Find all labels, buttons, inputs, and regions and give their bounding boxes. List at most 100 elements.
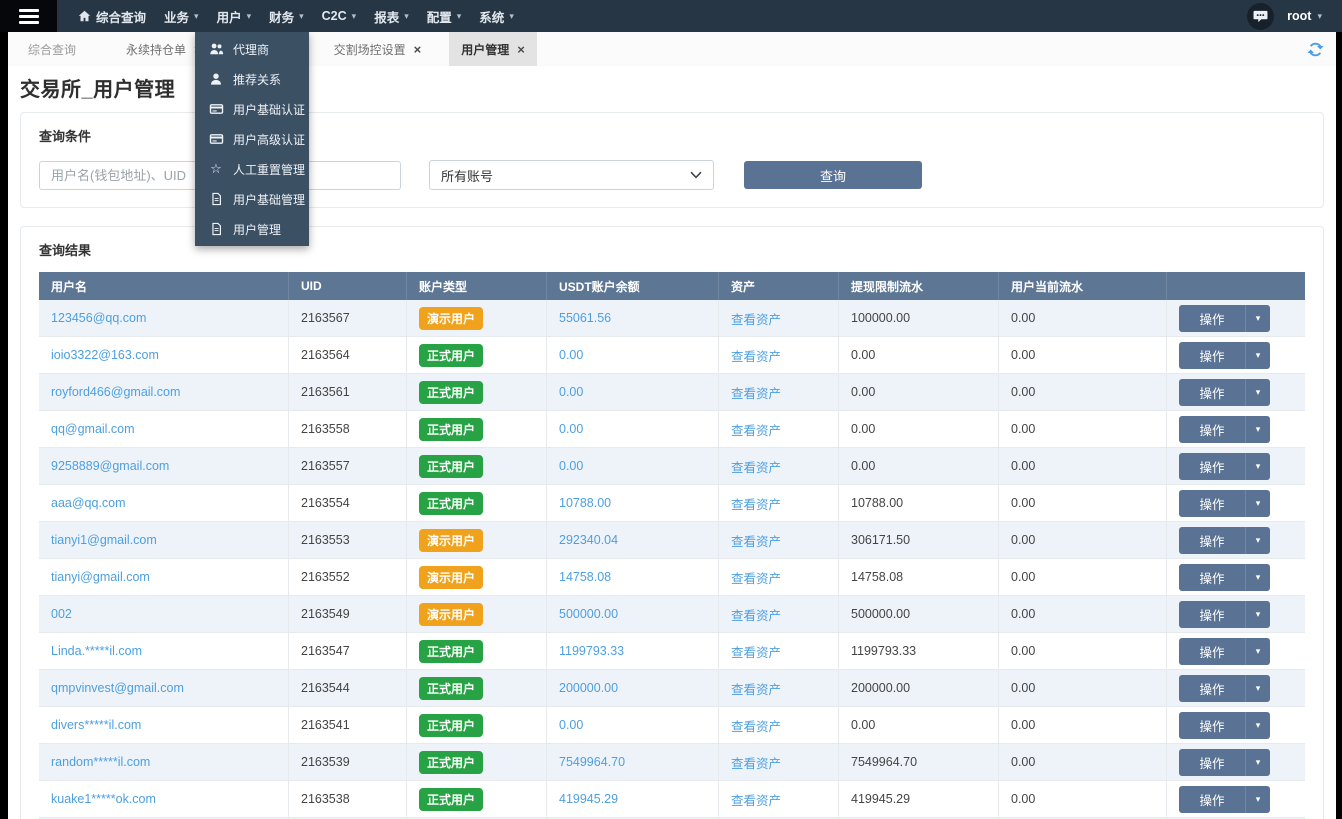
action-button[interactable]: 操作 [1179,453,1245,480]
nav-menu-item[interactable]: 系统 ▾ [470,0,523,32]
action-dropdown-toggle[interactable]: ▾ [1245,786,1270,813]
action-dropdown-toggle[interactable]: ▾ [1245,749,1270,776]
username-link[interactable]: 123456@qq.com [51,311,146,325]
search-button[interactable]: 查询 [744,161,922,189]
view-assets-link[interactable]: 查看资产 [731,457,781,476]
action-button[interactable]: 操作 [1179,379,1245,406]
sidebar-toggle-button[interactable] [0,0,57,32]
dropdown-menu-item[interactable]: 用户高级认证 [195,124,309,154]
chat-button[interactable] [1247,3,1274,30]
dropdown-menu-item[interactable]: ☆ 人工重置管理 [195,154,309,184]
action-dropdown-toggle[interactable]: ▾ [1245,379,1270,406]
username-link[interactable]: aaa@qq.com [51,496,126,510]
action-dropdown-toggle[interactable]: ▾ [1245,675,1270,702]
nav-menu-item[interactable]: 业务 ▾ [155,0,208,32]
tab-label: 用户管理 [461,41,509,58]
action-button[interactable]: 操作 [1179,601,1245,628]
action-dropdown-toggle[interactable]: ▾ [1245,601,1270,628]
usdt-balance-link[interactable]: 292340.04 [559,533,618,547]
action-dropdown-toggle[interactable]: ▾ [1245,638,1270,665]
username-link[interactable]: Linda.*****il.com [51,644,142,658]
action-dropdown-toggle[interactable]: ▾ [1245,305,1270,332]
view-assets-link[interactable]: 查看资产 [731,753,781,772]
usdt-balance-link[interactable]: 7549964.70 [559,755,625,769]
usdt-balance-link[interactable]: 14758.08 [559,570,611,584]
view-assets-link[interactable]: 查看资产 [731,494,781,513]
action-dropdown-toggle[interactable]: ▾ [1245,490,1270,517]
dropdown-menu-item[interactable]: 用户基础管理 [195,184,309,214]
column-header: 用户名 [39,272,289,300]
usdt-balance-link[interactable]: 419945.29 [559,792,618,806]
nav-menu-item[interactable]: C2C ▾ [313,0,366,32]
nav-menu-item[interactable]: 用户 ▾ [208,0,261,32]
action-split-button: 操作 ▾ [1179,490,1270,517]
usdt-balance-link[interactable]: 200000.00 [559,681,618,695]
username-link[interactable]: tianyi@gmail.com [51,570,150,584]
usdt-balance-link[interactable]: 0.00 [559,385,583,399]
username-link[interactable]: divers*****il.com [51,718,141,732]
view-assets-link[interactable]: 查看资产 [731,568,781,587]
dropdown-menu-item[interactable]: 推荐关系 [195,64,309,94]
view-assets-link[interactable]: 查看资产 [731,605,781,624]
action-dropdown-toggle[interactable]: ▾ [1245,342,1270,369]
nav-menu-item[interactable]: 配置 ▾ [418,0,471,32]
action-button[interactable]: 操作 [1179,786,1245,813]
tab[interactable]: 交割场控设置 × [322,32,434,66]
view-assets-link[interactable]: 查看资产 [731,420,781,439]
action-button[interactable]: 操作 [1179,416,1245,443]
action-dropdown-toggle[interactable]: ▾ [1245,527,1270,554]
account-type-badge: 正式用户 [419,714,483,737]
nav-menu-item[interactable]: 财务 ▾ [260,0,313,32]
usdt-balance-link[interactable]: 1199793.33 [559,644,624,658]
view-assets-link[interactable]: 查看资产 [731,309,781,328]
usdt-balance-link[interactable]: 0.00 [559,459,583,473]
action-button[interactable]: 操作 [1179,712,1245,739]
username-link[interactable]: random*****il.com [51,755,150,769]
view-assets-link[interactable]: 查看资产 [731,383,781,402]
username-link[interactable]: kuake1*****ok.com [51,792,156,806]
action-button[interactable]: 操作 [1179,527,1245,554]
action-dropdown-toggle[interactable]: ▾ [1245,453,1270,480]
usdt-balance-link[interactable]: 55061.56 [559,311,611,325]
dropdown-menu-item[interactable]: 用户管理 [195,214,309,244]
refresh-button[interactable] [1307,41,1324,58]
usdt-balance-link[interactable]: 0.00 [559,422,583,436]
usdt-balance-link[interactable]: 500000.00 [559,607,618,621]
action-button[interactable]: 操作 [1179,675,1245,702]
view-assets-link[interactable]: 查看资产 [731,531,781,550]
action-dropdown-toggle[interactable]: ▾ [1245,712,1270,739]
view-assets-link[interactable]: 查看资产 [731,346,781,365]
tab[interactable]: 综合查询 [16,32,88,66]
action-dropdown-toggle[interactable]: ▾ [1245,564,1270,591]
username-link[interactable]: ioio3322@163.com [51,348,159,362]
tab[interactable]: 用户管理 × [449,32,537,66]
view-assets-link[interactable]: 查看资产 [731,679,781,698]
action-button[interactable]: 操作 [1179,342,1245,369]
nav-menu-item[interactable]: 报表 ▾ [365,0,418,32]
tab-close-icon[interactable]: × [517,43,525,56]
usdt-balance-link[interactable]: 10788.00 [559,496,611,510]
user-menu-button[interactable]: root ▾ [1287,9,1322,23]
action-button[interactable]: 操作 [1179,564,1245,591]
action-button[interactable]: 操作 [1179,305,1245,332]
nav-menu-item[interactable]: 综合查询 [69,0,155,32]
usdt-balance-link[interactable]: 0.00 [559,348,583,362]
tab-close-icon[interactable]: × [414,43,422,56]
username-link[interactable]: tianyi1@gmail.com [51,533,157,547]
view-assets-link[interactable]: 查看资产 [731,716,781,735]
account-type-select[interactable]: 所有账号 [429,160,714,190]
dropdown-menu-item[interactable]: 用户基础认证 [195,94,309,124]
username-link[interactable]: royford466@gmail.com [51,385,180,399]
view-assets-link[interactable]: 查看资产 [731,642,781,661]
username-link[interactable]: 002 [51,607,72,621]
view-assets-link[interactable]: 查看资产 [731,790,781,809]
username-link[interactable]: 9258889@gmail.com [51,459,169,473]
dropdown-menu-item[interactable]: 代理商 [195,34,309,64]
username-link[interactable]: qmpvinvest@gmail.com [51,681,184,695]
action-dropdown-toggle[interactable]: ▾ [1245,416,1270,443]
action-button[interactable]: 操作 [1179,749,1245,776]
usdt-balance-link[interactable]: 0.00 [559,718,583,732]
action-button[interactable]: 操作 [1179,638,1245,665]
username-link[interactable]: qq@gmail.com [51,422,135,436]
action-button[interactable]: 操作 [1179,490,1245,517]
